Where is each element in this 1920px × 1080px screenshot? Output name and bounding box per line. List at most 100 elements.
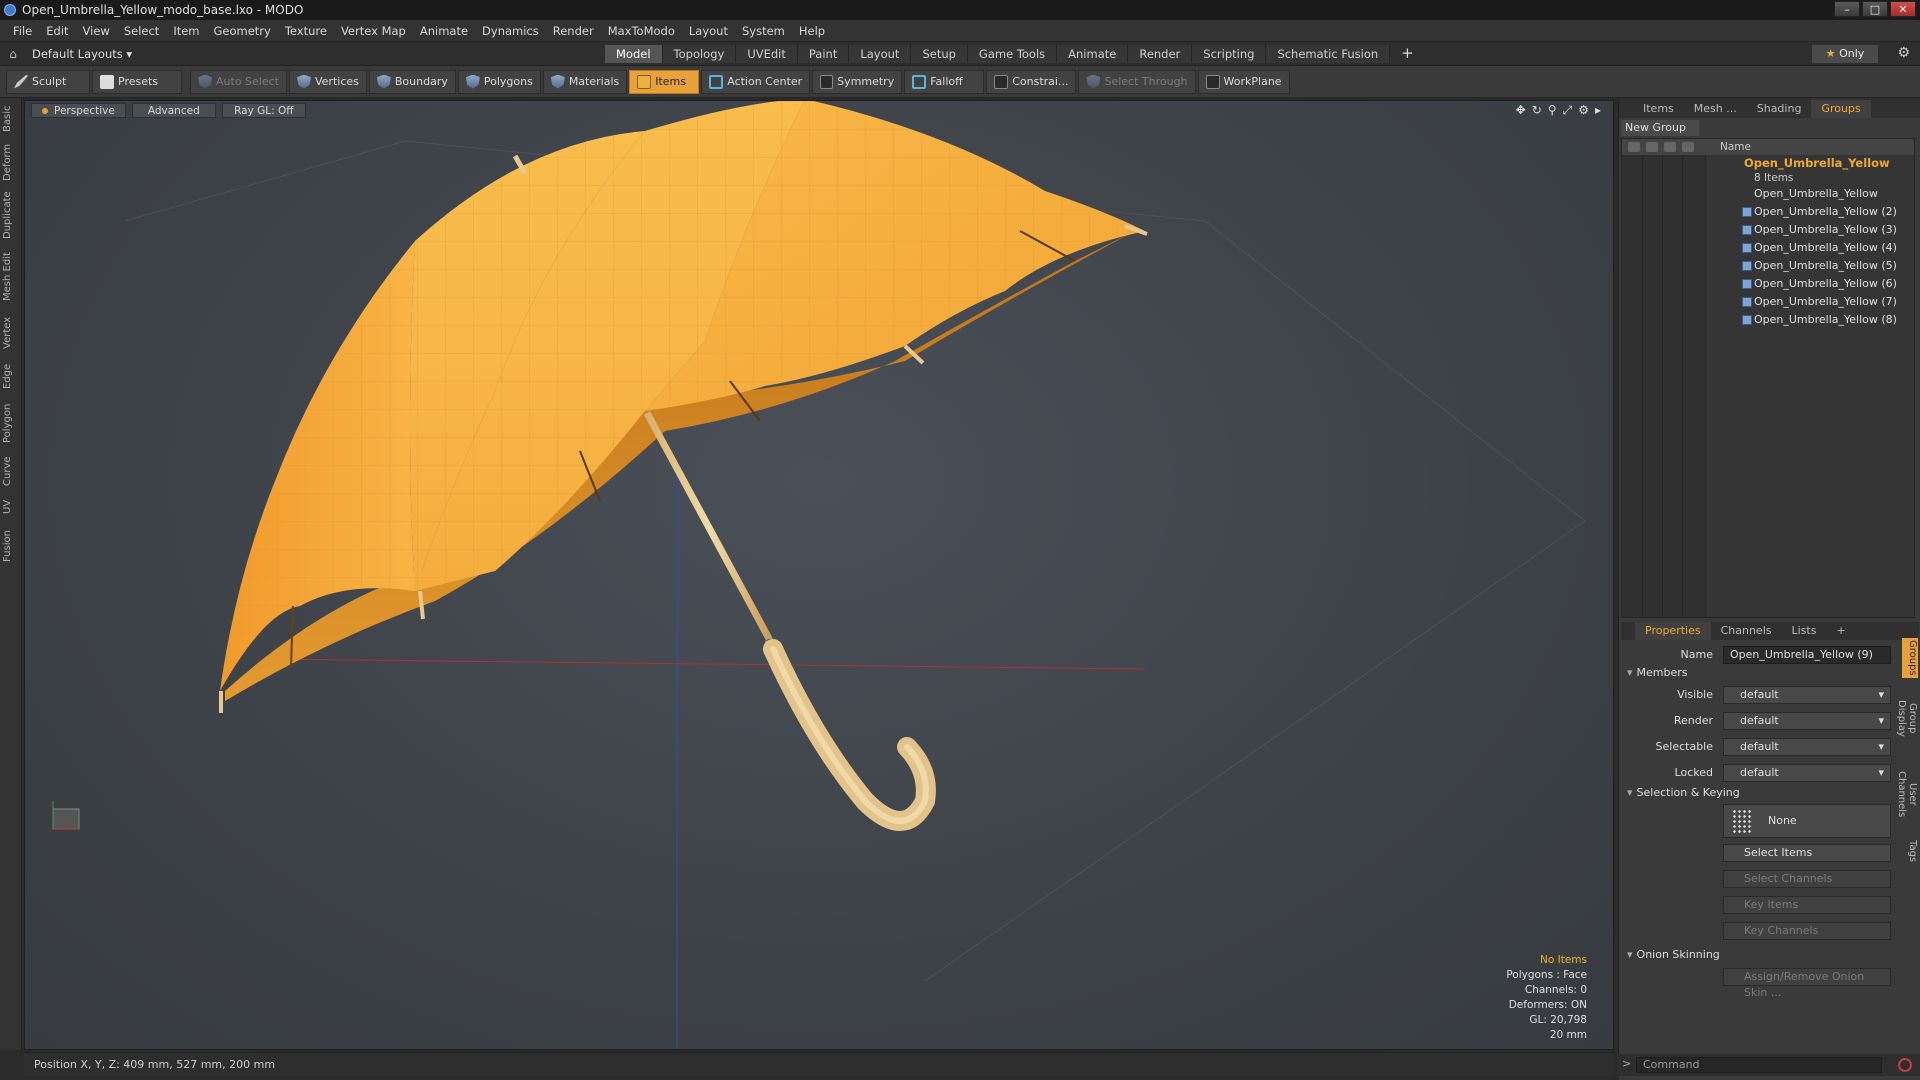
- menu-file[interactable]: File: [6, 24, 39, 38]
- falloff-button[interactable]: Falloff: [904, 69, 985, 94]
- visible-dropdown[interactable]: default ▾: [1723, 686, 1891, 704]
- tab-items[interactable]: Items: [1633, 100, 1684, 118]
- tab-shading[interactable]: Shading: [1747, 100, 1812, 118]
- list-item[interactable]: Open_Umbrella_Yellow (2): [1622, 203, 1914, 221]
- tab-layout[interactable]: Layout: [849, 45, 912, 63]
- tab-setup[interactable]: Setup: [911, 45, 968, 63]
- perspective-button[interactable]: Perspective: [31, 103, 126, 118]
- side-tab-groups[interactable]: Groups: [1902, 638, 1918, 678]
- presets-button[interactable]: Presets: [92, 69, 182, 94]
- close-button[interactable]: ✕: [1890, 1, 1916, 17]
- menu-view[interactable]: View: [76, 24, 117, 38]
- group-row[interactable]: Open_Umbrella_Yellow: [1622, 155, 1914, 171]
- tab-paint[interactable]: Paint: [797, 45, 850, 63]
- tab-topology[interactable]: Topology: [662, 45, 737, 63]
- record-macro-icon[interactable]: [1898, 1058, 1912, 1072]
- select-channels-button[interactable]: Select Channels: [1723, 870, 1891, 888]
- left-tab-edge[interactable]: Edge: [2, 360, 20, 392]
- tab-uvedit[interactable]: UVEdit: [736, 45, 798, 63]
- render-dropdown[interactable]: default ▾: [1723, 712, 1891, 730]
- advanced-button[interactable]: Advanced: [131, 103, 216, 118]
- menu-vertex-map[interactable]: Vertex Map: [334, 24, 413, 38]
- list-item[interactable]: Open_Umbrella_Yellow (8): [1622, 311, 1914, 329]
- tab-schematic-fusion[interactable]: Schematic Fusion: [1266, 45, 1391, 63]
- rotate-icon[interactable]: ↻: [1532, 103, 1542, 118]
- menu-help[interactable]: Help: [792, 24, 832, 38]
- menu-select[interactable]: Select: [117, 24, 166, 38]
- tab-model[interactable]: Model: [605, 45, 663, 63]
- left-tab-duplicate[interactable]: Duplicate: [2, 190, 20, 240]
- tab-game-tools[interactable]: Game Tools: [967, 45, 1058, 63]
- action-center-button[interactable]: Action Center: [701, 69, 811, 94]
- onion-skinning-section[interactable]: ▾ Onion Skinning: [1627, 948, 1720, 961]
- auto-select-button[interactable]: Auto Select: [190, 69, 287, 94]
- layout-home-icon[interactable]: ⌂: [0, 47, 26, 61]
- tab-properties[interactable]: Properties: [1635, 622, 1711, 640]
- tab-render[interactable]: Render: [1128, 45, 1193, 63]
- add-properties-tab-button[interactable]: +: [1826, 622, 1855, 640]
- default-layouts-dropdown[interactable]: Default Layouts ▾: [26, 47, 156, 61]
- name-column-header[interactable]: Name: [1706, 141, 1751, 153]
- menu-edit[interactable]: Edit: [39, 24, 75, 38]
- locked-dropdown[interactable]: default ▾: [1723, 764, 1891, 782]
- materials-button[interactable]: Materials: [542, 69, 628, 94]
- list-item[interactable]: Open_Umbrella_Yellow (4): [1622, 239, 1914, 257]
- left-tab-curve[interactable]: Curve: [2, 454, 20, 488]
- select-through-button[interactable]: Select Through: [1078, 69, 1196, 94]
- polygons-button[interactable]: Polygons: [457, 69, 541, 94]
- none-button[interactable]: None: [1723, 804, 1891, 838]
- workplane-button[interactable]: WorkPlane: [1197, 69, 1290, 94]
- members-section[interactable]: ▾ Members: [1627, 666, 1688, 679]
- menu-geometry[interactable]: Geometry: [207, 24, 278, 38]
- selectable-dropdown[interactable]: default ▾: [1723, 738, 1891, 756]
- maximize-button[interactable]: □: [1862, 1, 1888, 17]
- boundary-button[interactable]: Boundary: [368, 69, 456, 94]
- menu-layout[interactable]: Layout: [682, 24, 735, 38]
- tab-scripting[interactable]: Scripting: [1192, 45, 1267, 63]
- viewport-settings-icon[interactable]: ⚙: [1578, 103, 1589, 118]
- key-channels-button[interactable]: Key Channels: [1723, 922, 1891, 940]
- tab-mesh[interactable]: Mesh ...: [1684, 100, 1747, 118]
- sculpt-button[interactable]: Sculpt: [6, 69, 90, 94]
- list-item[interactable]: Open_Umbrella_Yellow (3): [1622, 221, 1914, 239]
- add-tab-button[interactable]: +: [1390, 45, 1425, 63]
- new-group-button[interactable]: New Group: [1621, 120, 1699, 136]
- side-tab-user-channels[interactable]: User Channels: [1896, 758, 1918, 830]
- list-item[interactable]: Open_Umbrella_Yellow (6): [1622, 275, 1914, 293]
- left-tab-basic[interactable]: Basic: [2, 104, 20, 134]
- zoom-icon[interactable]: ⚲: [1548, 103, 1557, 118]
- left-tab-polygon[interactable]: Polygon: [2, 400, 20, 446]
- menu-render[interactable]: Render: [546, 24, 601, 38]
- name-field[interactable]: Open_Umbrella_Yellow (9): [1723, 646, 1891, 664]
- menu-animate[interactable]: Animate: [413, 24, 475, 38]
- menu-item[interactable]: Item: [166, 24, 206, 38]
- key-items-button[interactable]: Key Items: [1723, 896, 1891, 914]
- tab-lists[interactable]: Lists: [1782, 622, 1827, 640]
- tab-channels[interactable]: Channels: [1711, 622, 1782, 640]
- only-button[interactable]: ★ Only: [1812, 45, 1878, 63]
- tab-animate[interactable]: Animate: [1057, 45, 1129, 63]
- list-item[interactable]: Open_Umbrella_Yellow (5): [1622, 257, 1914, 275]
- vertices-button[interactable]: Vertices: [288, 69, 367, 94]
- left-tab-uv[interactable]: UV: [2, 496, 20, 518]
- 3d-viewport[interactable]: Perspective Advanced Ray GL: Off ✥ ↻ ⚲ ⤢…: [24, 100, 1614, 1050]
- left-tab-fusion[interactable]: Fusion: [2, 526, 20, 566]
- command-input[interactable]: Command: [1636, 1057, 1882, 1073]
- left-tab-mesh-edit[interactable]: Mesh Edit: [2, 248, 20, 306]
- pan-icon[interactable]: ✥: [1516, 103, 1526, 118]
- side-tab-group-display[interactable]: Group Display: [1896, 684, 1918, 752]
- menu-maxtomodo[interactable]: MaxToModo: [601, 24, 682, 38]
- items-button[interactable]: Items: [629, 69, 700, 94]
- fit-icon[interactable]: ⤢: [1563, 103, 1573, 118]
- constraints-button[interactable]: Constrai...: [986, 69, 1077, 94]
- minimize-button[interactable]: –: [1834, 1, 1860, 17]
- raygl-button[interactable]: Ray GL: Off: [221, 103, 306, 118]
- menu-texture[interactable]: Texture: [278, 24, 334, 38]
- list-item[interactable]: Open_Umbrella_Yellow (7): [1622, 293, 1914, 311]
- list-item[interactable]: Open_Umbrella_Yellow: [1622, 185, 1914, 203]
- side-tab-tags[interactable]: Tags: [1902, 836, 1918, 866]
- selection-keying-section[interactable]: ▾ Selection & Keying: [1627, 786, 1740, 799]
- gear-icon[interactable]: ⚙: [1897, 45, 1910, 61]
- symmetry-button[interactable]: Symmetry: [812, 69, 903, 94]
- tab-groups[interactable]: Groups: [1811, 100, 1871, 118]
